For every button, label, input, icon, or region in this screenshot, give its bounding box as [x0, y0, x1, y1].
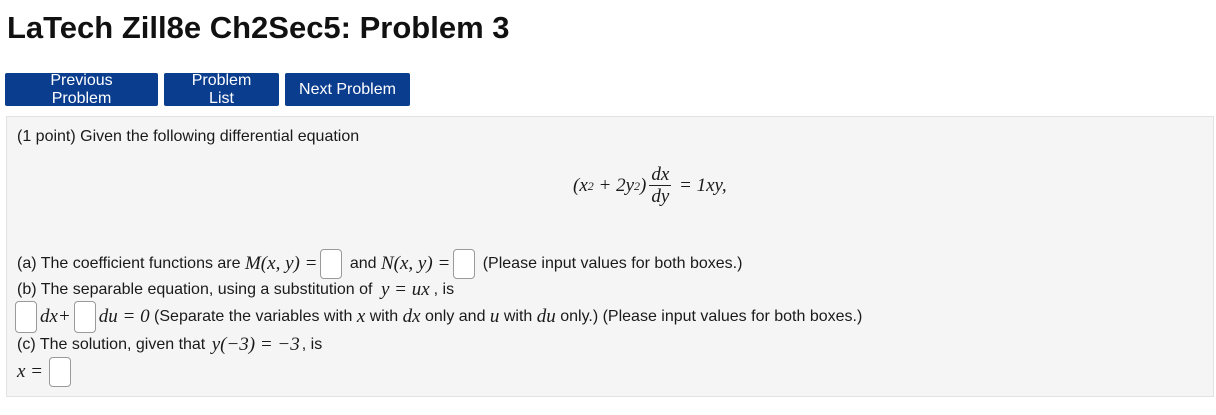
dx-coefficient-input[interactable]: [15, 301, 37, 333]
problem-intro: (1 point) Given the following differenti…: [17, 127, 359, 147]
problem-body: (1 point) Given the following differenti…: [6, 116, 1214, 397]
eq-close: ): [640, 175, 647, 196]
part-b-with-1: with: [365, 308, 403, 325]
var-dx: dx: [402, 306, 421, 327]
eq-fraction: dx dy: [649, 163, 672, 208]
x-equals: x =: [17, 361, 44, 382]
m-function: M(x, y) =: [244, 253, 318, 274]
du-coefficient-input[interactable]: [73, 301, 96, 333]
part-b-instruction-2: only and: [420, 308, 490, 325]
problem-list-button[interactable]: Problem List: [164, 72, 279, 107]
solution-answer-input[interactable]: [49, 357, 72, 387]
var-du: du: [536, 306, 556, 327]
part-c-lead: (c) The solution, given that: [17, 336, 210, 353]
part-b-instruction-1: (Separate the variables with: [149, 308, 357, 325]
eq-lhs: (x: [573, 175, 588, 196]
dx-term: dx+: [40, 306, 71, 327]
part-a-note: (Please input values for both boxes.): [478, 255, 743, 272]
eq-fraction-numerator: dx: [649, 163, 672, 186]
m-answer-input[interactable]: [320, 249, 343, 279]
eq-rhs: = 1xy,: [674, 175, 727, 196]
n-function: N(x, y) =: [381, 253, 451, 274]
part-b-equation: dx+ du = 0 (Separate the variables with …: [15, 301, 862, 333]
previous-problem-button[interactable]: Previous Problem: [5, 72, 158, 107]
part-a-and: and: [345, 255, 381, 272]
n-answer-input[interactable]: [453, 249, 476, 279]
initial-condition: y(−3) = −3: [211, 334, 300, 355]
eq-fraction-denominator: dy: [651, 185, 670, 207]
part-a-lead: (a) The coefficient functions are: [17, 255, 245, 272]
part-b-lead: (b) The separable equation, using a subs…: [17, 281, 377, 298]
problem-navigation: Previous Problem Problem List Next Probl…: [5, 72, 410, 107]
part-b: (b) The separable equation, using a subs…: [17, 280, 454, 300]
du-term: du = 0: [98, 306, 150, 327]
var-x: x: [356, 306, 366, 327]
part-c-tail: , is: [301, 336, 323, 353]
intro-text: (1 point) Given the following differenti…: [17, 128, 360, 145]
var-u: u: [489, 306, 500, 327]
part-b-tail: , is: [433, 281, 455, 298]
part-c: (c) The solution, given that y(−3) = −3 …: [17, 335, 322, 355]
part-b-with-2: with: [499, 308, 537, 325]
final-answer: x =: [17, 357, 74, 387]
next-problem-button[interactable]: Next Problem: [285, 73, 410, 106]
page-title: LaTech Zill8e Ch2Sec5: Problem 3: [7, 10, 510, 45]
eq-mid: + 2y: [593, 175, 635, 196]
part-b-instruction-3: only.) (Please input values for both box…: [555, 308, 863, 325]
substitution: y = ux: [380, 279, 430, 300]
part-a: (a) The coefficient functions are M(x, y…: [17, 249, 742, 279]
differential-equation: (x 2 + 2y 2) dx dy = 1xy,: [573, 161, 727, 211]
